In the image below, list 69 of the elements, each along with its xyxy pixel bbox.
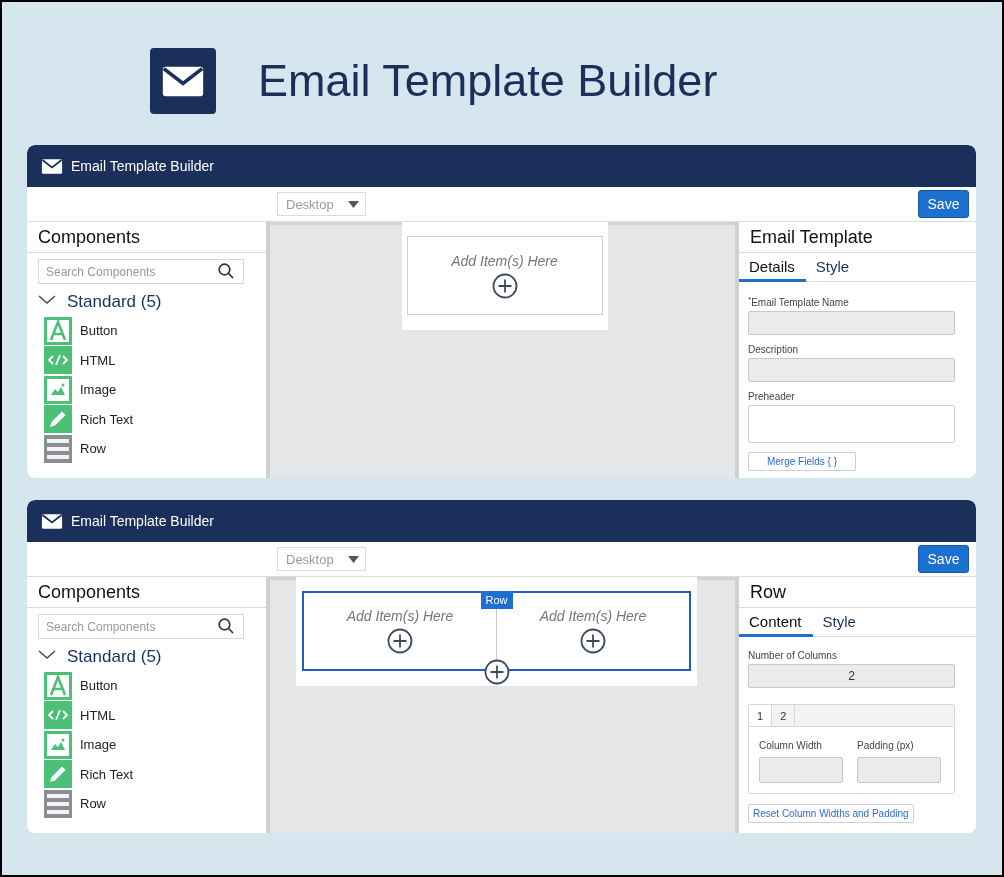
drop-zone[interactable]: Add Item(s) Here bbox=[406, 236, 603, 315]
group-label: Standard (5) bbox=[67, 292, 162, 312]
image-icon bbox=[44, 375, 72, 404]
search-icon bbox=[218, 618, 234, 634]
field-label: $^{*}$Email Template Name bbox=[748, 295, 850, 309]
component-item[interactable]: HTML bbox=[44, 345, 266, 375]
group-label: Standard (5) bbox=[67, 647, 162, 667]
page-title: Email Template Builder bbox=[258, 55, 718, 107]
tab[interactable]: 1 bbox=[749, 705, 773, 726]
field-label: Number of Columns bbox=[748, 650, 838, 661]
pencil-icon bbox=[44, 760, 72, 789]
app-title: Email Template Builder bbox=[71, 513, 214, 529]
search-icon bbox=[218, 263, 234, 279]
add-icon[interactable] bbox=[491, 272, 518, 299]
text-field[interactable] bbox=[748, 311, 955, 336]
text-field[interactable] bbox=[857, 757, 941, 783]
caret-icon bbox=[348, 555, 359, 563]
row-block[interactable]: Row Add Item(s) Here Add Item(s) Here bbox=[302, 591, 691, 671]
rows-icon bbox=[44, 434, 72, 463]
envelope-icon bbox=[41, 157, 63, 175]
code-icon bbox=[44, 701, 72, 730]
code-icon bbox=[44, 346, 72, 375]
caret-icon bbox=[348, 200, 359, 208]
component-item[interactable]: Button bbox=[44, 671, 266, 701]
panel-title: Email Template bbox=[739, 222, 976, 253]
letter-a-icon bbox=[44, 671, 72, 700]
envelope-icon bbox=[161, 64, 205, 98]
add-icon[interactable] bbox=[580, 628, 606, 654]
letter-a-icon bbox=[44, 316, 72, 345]
add-row-icon[interactable] bbox=[483, 659, 510, 685]
text-field[interactable] bbox=[759, 757, 843, 783]
row-badge: Row bbox=[480, 591, 513, 609]
text-field[interactable]: 2 bbox=[748, 664, 955, 688]
field-label: Padding (px) bbox=[857, 740, 915, 751]
component-item[interactable]: Image bbox=[44, 375, 266, 405]
add-icon[interactable] bbox=[387, 628, 413, 654]
drop-zone-text: Add Item(s) Here bbox=[346, 608, 454, 624]
rows-icon bbox=[44, 789, 72, 818]
field-label: Column Width bbox=[759, 740, 823, 751]
component-item[interactable]: Row bbox=[44, 434, 266, 464]
tab[interactable]: Details bbox=[739, 253, 806, 282]
save-button[interactable]: Save bbox=[918, 545, 969, 573]
component-item[interactable]: Rich Text bbox=[44, 404, 266, 434]
component-item[interactable]: Row bbox=[44, 789, 266, 819]
search-field[interactable]: Search Components bbox=[38, 259, 244, 284]
envelope-icon bbox=[41, 512, 63, 530]
reset-button[interactable]: Reset Column Widths and Padding bbox=[748, 804, 914, 823]
save-button[interactable]: Save bbox=[918, 190, 969, 218]
tab[interactable]: Style bbox=[805, 253, 861, 282]
panel-title: Components bbox=[27, 222, 266, 253]
drop-zone-text: Add Item(s) Here bbox=[539, 608, 647, 624]
component-item[interactable]: Image bbox=[44, 730, 266, 760]
merge-fields-button[interactable]: Merge Fields { } bbox=[748, 452, 856, 472]
tab[interactable]: Style bbox=[812, 608, 867, 637]
panel-title: Components bbox=[27, 577, 266, 608]
pencil-icon bbox=[44, 405, 72, 434]
tab[interactable]: Content bbox=[739, 608, 813, 637]
text-field[interactable] bbox=[748, 358, 955, 383]
app-title: Email Template Builder bbox=[71, 158, 214, 174]
field-label: Description bbox=[748, 344, 800, 356]
component-item[interactable]: HTML bbox=[44, 700, 266, 730]
component-item[interactable]: Rich Text bbox=[44, 759, 266, 789]
image-icon bbox=[44, 730, 72, 759]
component-item[interactable]: Button bbox=[44, 316, 266, 346]
search-field[interactable]: Search Components bbox=[38, 614, 244, 639]
drop-zone-text: Add Item(s) Here bbox=[451, 252, 558, 269]
field-label: Preheader bbox=[748, 391, 796, 403]
tab[interactable]: 2 bbox=[772, 705, 796, 726]
panel-title: Row bbox=[739, 577, 976, 608]
